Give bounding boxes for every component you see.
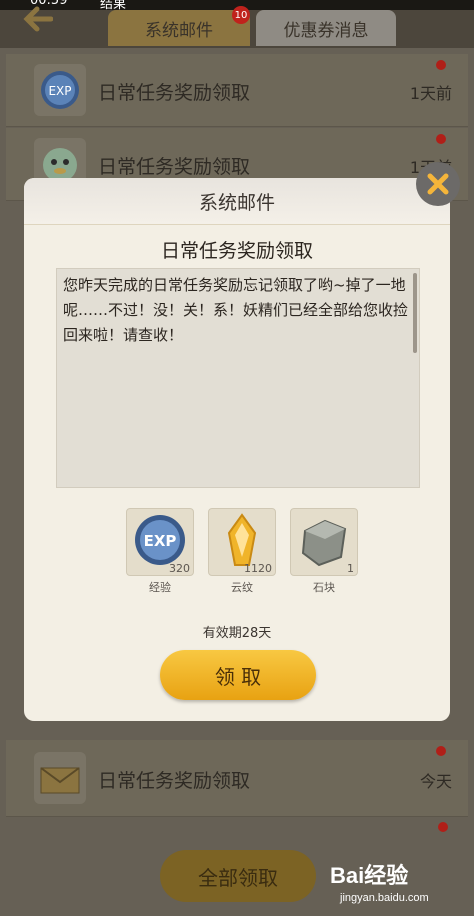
mail-time: 今天 — [419, 772, 452, 791]
watermark: Bai经验 jingyan.baidu.com — [330, 858, 470, 912]
tab-label: 系统邮件 — [145, 20, 213, 41]
reward-list: EXP 320 经验 1120 云纹 1 石块 — [126, 508, 358, 594]
reward-item[interactable]: 1120 云纹 — [208, 508, 276, 594]
mail-title: 日常任务奖励领取 — [98, 770, 251, 792]
svg-text:EXP: EXP — [144, 532, 177, 550]
watermark-url: jingyan.baidu.com — [340, 892, 429, 904]
validity-text: 有效期28天 — [202, 626, 272, 641]
tab-badge: 10 — [232, 6, 250, 24]
claim-button[interactable]: 领 取 — [160, 650, 316, 700]
tab-label: 优惠券消息 — [283, 20, 369, 41]
unread-dot — [438, 822, 448, 832]
unread-dot — [436, 134, 446, 144]
reward-item[interactable]: 1 石块 — [290, 508, 358, 594]
envelope-icon — [34, 752, 86, 804]
reward-count: 1120 — [244, 562, 272, 575]
mail-row[interactable]: 日常任务奖励领取 今天 — [6, 740, 468, 817]
mail-title: 日常任务奖励领取 — [98, 156, 251, 178]
close-button[interactable] — [416, 162, 460, 206]
dialog-title: 系统邮件 — [24, 178, 450, 225]
mail-body[interactable]: 您昨天完成的日常任务奖励忘记领取了哟~掉了一地呢……不过！没！关！系！妖精们已经… — [56, 268, 420, 488]
mail-title: 日常任务奖励领取 — [98, 82, 251, 104]
mail-body-text: 您昨天完成的日常任务奖励忘记领取了哟~掉了一地呢……不过！没！关！系！妖精们已经… — [63, 276, 409, 344]
claim-all-button[interactable]: 全部领取 — [160, 850, 316, 902]
reward-count: 1 — [347, 562, 354, 575]
svg-text:EXP: EXP — [48, 84, 71, 98]
reward-label: 云纹 — [231, 581, 253, 594]
back-arrow-icon — [23, 6, 53, 32]
mail-time: 1天前 — [409, 84, 452, 103]
scrollbar[interactable] — [413, 273, 417, 353]
reward-label: 经验 — [149, 581, 171, 594]
unread-dot — [436, 746, 446, 756]
reward-label: 石块 — [313, 581, 335, 594]
mail-subject: 日常任务奖励领取 — [160, 240, 313, 262]
tab-coupon-messages[interactable]: 优惠券消息 — [256, 10, 396, 46]
watermark-logo: Bai经验 — [330, 863, 409, 888]
unread-dot — [436, 60, 446, 70]
mail-detail-dialog: 系统邮件 日常任务奖励领取 您昨天完成的日常任务奖励忘记领取了哟~掉了一地呢……… — [24, 178, 450, 721]
mail-row[interactable]: EXP 日常任务奖励领取 1天前 — [6, 54, 468, 127]
exp-icon: EXP — [34, 64, 86, 116]
reward-count: 320 — [169, 562, 190, 575]
reward-item[interactable]: EXP 320 经验 — [126, 508, 194, 594]
close-icon — [427, 173, 449, 195]
tab-system-mail[interactable]: 系统邮件 — [108, 10, 250, 46]
back-button[interactable] — [20, 2, 56, 36]
